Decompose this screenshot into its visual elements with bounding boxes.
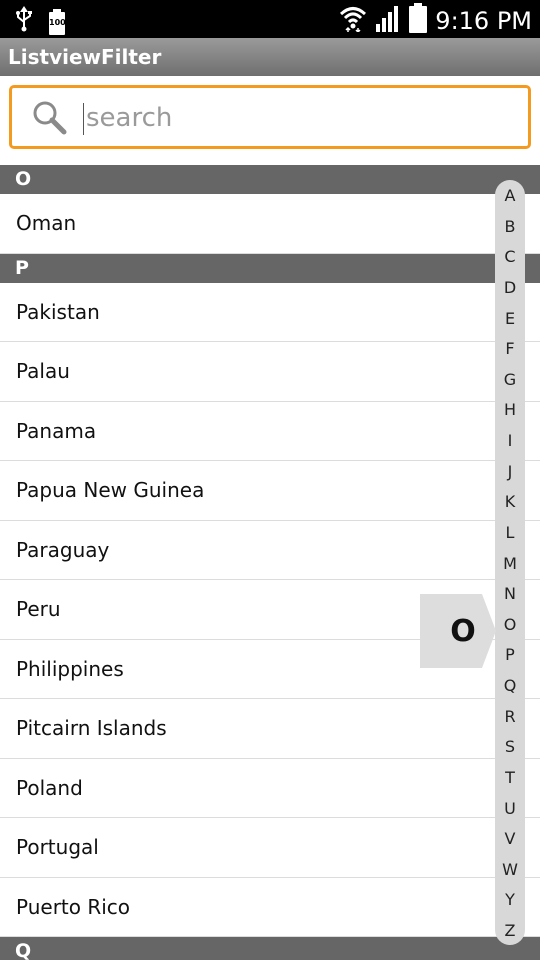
section-header: O — [0, 165, 540, 194]
index-letter-m[interactable]: M — [495, 554, 525, 574]
section-header: P — [0, 253, 540, 283]
status-bar: 100 9:16 PM — [0, 0, 540, 38]
index-letter-t[interactable]: T — [495, 768, 525, 788]
signal-icon — [375, 4, 401, 37]
index-letter-a[interactable]: A — [495, 186, 525, 206]
index-letter-v[interactable]: V — [495, 829, 525, 849]
wifi-icon — [339, 4, 367, 37]
index-letter-o[interactable]: O — [495, 615, 525, 635]
index-letter-w[interactable]: W — [495, 860, 525, 880]
search-area — [0, 76, 540, 166]
index-preview-popup: O — [420, 594, 496, 668]
list-item[interactable]: Paraguay — [0, 520, 540, 580]
index-letter-p[interactable]: P — [495, 645, 525, 665]
battery-icon — [409, 3, 428, 38]
list-item[interactable]: Oman — [0, 194, 540, 254]
list-item[interactable]: Poland — [0, 758, 540, 818]
index-letter-z[interactable]: Z — [495, 921, 525, 941]
search-icon — [32, 100, 68, 141]
status-left-icons: 100 — [14, 6, 66, 37]
section-header: Q — [0, 937, 540, 960]
index-letter-g[interactable]: G — [495, 370, 525, 390]
list-item[interactable]: Palau — [0, 342, 540, 402]
battery-small-label: 100 — [49, 17, 66, 27]
index-letter-j[interactable]: J — [495, 462, 525, 482]
index-letter-n[interactable]: N — [495, 584, 525, 604]
usb-icon — [14, 6, 34, 37]
battery-small-icon: 100 — [48, 8, 66, 35]
index-letter-l[interactable]: L — [495, 523, 525, 543]
index-letter-b[interactable]: B — [495, 217, 525, 237]
list-item[interactable]: Panama — [0, 401, 540, 461]
list-item[interactable]: Papua New Guinea — [0, 461, 540, 521]
list-item[interactable]: Puerto Rico — [0, 877, 540, 937]
search-box[interactable] — [9, 85, 531, 149]
status-right-icons: 9:16 PM — [339, 3, 532, 38]
alphabet-index-bar[interactable]: ABCDEFGHIJKLMNOPQRSTUVWYZ — [495, 180, 525, 945]
index-letter-c[interactable]: C — [495, 247, 525, 267]
app-title: ListviewFilter — [8, 45, 162, 69]
index-letter-q[interactable]: Q — [495, 676, 525, 696]
preview-letter: O — [450, 614, 476, 649]
index-letter-r[interactable]: R — [495, 707, 525, 727]
search-input[interactable] — [86, 96, 506, 140]
country-list[interactable]: O Oman P Pakistan Palau Panama Papua New Guine… — [0, 165, 540, 960]
index-letter-s[interactable]: S — [495, 737, 525, 757]
index-letter-h[interactable]: H — [495, 400, 525, 420]
list-item[interactable]: Pakistan — [0, 282, 540, 342]
index-letter-u[interactable]: U — [495, 799, 525, 819]
text-cursor — [83, 103, 84, 135]
clock-time: 9:16 PM — [435, 6, 532, 35]
list-item[interactable]: Portugal — [0, 818, 540, 878]
index-letter-f[interactable]: F — [495, 339, 525, 359]
index-letter-y[interactable]: Y — [495, 890, 525, 910]
index-letter-d[interactable]: D — [495, 278, 525, 298]
action-bar: ListviewFilter — [0, 38, 540, 76]
index-letter-k[interactable]: K — [495, 492, 525, 512]
index-letter-e[interactable]: E — [495, 309, 525, 329]
index-letter-i[interactable]: I — [495, 431, 525, 451]
list-item[interactable]: Pitcairn Islands — [0, 699, 540, 759]
